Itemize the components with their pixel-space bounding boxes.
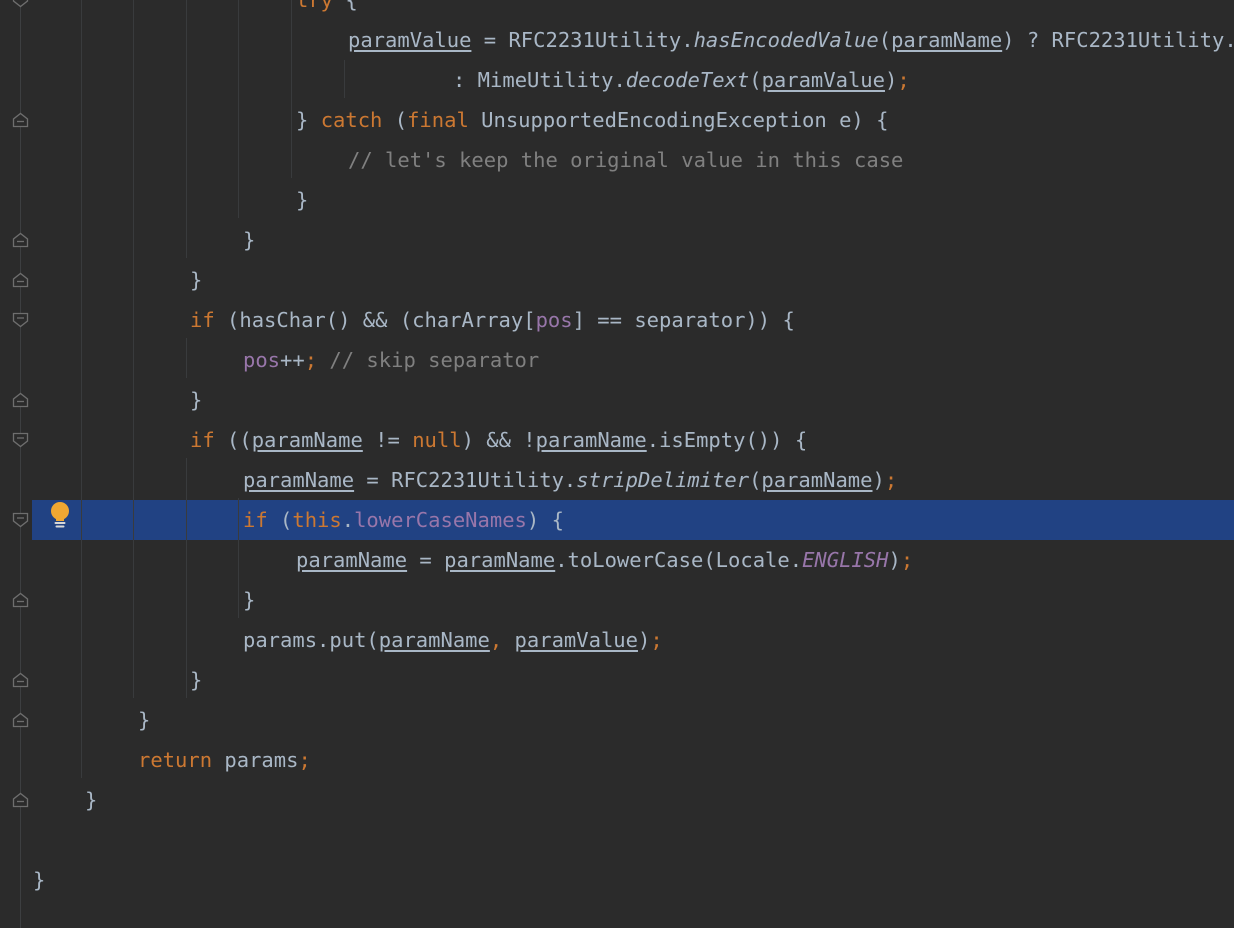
code-token: ;	[897, 68, 910, 92]
code-token: stripDelimiter	[576, 468, 750, 492]
code-line[interactable]: }	[85, 780, 97, 820]
code-token: if	[190, 428, 215, 452]
code-token: ;	[298, 748, 311, 772]
code-token: )	[884, 68, 898, 92]
code-token: )	[888, 548, 901, 572]
code-token: paramName	[761, 468, 873, 492]
code-token: }	[243, 588, 256, 612]
code-token: null	[412, 428, 462, 452]
code-token: UnsupportedEncodingException e) {	[468, 108, 889, 132]
code-token: paramValue	[514, 628, 638, 652]
code-token: = RFC2231Utility.	[354, 468, 577, 492]
code-token: ] == separator)) {	[572, 308, 795, 332]
code-token: )	[872, 468, 885, 492]
code-token: // skip separator	[329, 348, 540, 372]
code-token: .toLowerCase(Locale.	[555, 548, 803, 572]
code-line[interactable]: if (hasChar() && (charArray[pos] == sepa…	[190, 300, 795, 340]
code-token: try	[296, 0, 334, 12]
code-line[interactable]: paramName = RFC2231Utility.stripDelimite…	[243, 460, 897, 500]
code-token: {	[333, 0, 358, 12]
code-token: if	[243, 508, 268, 532]
code-token: params.put(	[243, 628, 379, 652]
code-token: }	[296, 188, 309, 212]
code-line[interactable]: }	[243, 580, 255, 620]
code-token: ,	[489, 628, 515, 652]
code-token: (	[267, 508, 293, 532]
code-token: paramName	[891, 28, 1003, 52]
code-line[interactable]: }	[190, 380, 202, 420]
code-token: paramValue	[761, 68, 885, 92]
code-token: }	[190, 668, 203, 692]
code-token: catch	[320, 108, 383, 132]
code-token: }	[33, 868, 46, 892]
code-line[interactable]: paramName = paramName.toLowerCase(Locale…	[296, 540, 913, 580]
code-token: }	[190, 268, 203, 292]
code-token: ENGLISH	[802, 548, 889, 572]
code-token: pos	[243, 348, 281, 372]
code-token: }	[85, 788, 98, 812]
code-token: // let's keep the original value in this…	[348, 148, 904, 172]
code-line[interactable]: : MimeUtility.decodeText(paramValue);	[453, 60, 910, 100]
code-line[interactable]: }	[190, 260, 202, 300]
code-token: paramName	[296, 548, 408, 572]
code-line[interactable]: if ((paramName != null) && !paramName.is…	[190, 420, 807, 460]
code-token: return	[138, 748, 213, 772]
code-token: ;	[650, 628, 663, 652]
code-line[interactable]: // let's keep the original value in this…	[348, 140, 903, 180]
code-token: ;	[900, 548, 914, 572]
code-editor[interactable]: try {paramValue = RFC2231Utility.hasEnco…	[0, 0, 1234, 928]
code-token: (	[382, 108, 408, 132]
code-token: !=	[362, 428, 413, 452]
code-line[interactable]: }	[190, 660, 202, 700]
code-token: = RFC2231Utility.	[471, 28, 694, 52]
code-line[interactable]: } catch (final UnsupportedEncodingExcept…	[296, 100, 888, 140]
code-line[interactable]: try {	[296, 0, 358, 20]
code-token: pos	[535, 308, 573, 332]
code-line[interactable]: return params;	[138, 740, 311, 780]
code-line[interactable]: if (this.lowerCaseNames) {	[243, 500, 564, 540]
code-token: params	[212, 748, 299, 772]
code-token: ++	[280, 348, 305, 372]
code-token: paramName	[444, 548, 556, 572]
code-line[interactable]: params.put(paramName, paramValue);	[243, 620, 663, 660]
code-token: decodeText	[625, 68, 750, 92]
code-token: lowerCaseNames	[354, 508, 527, 532]
code-token: paramName	[251, 428, 363, 452]
code-token: =	[407, 548, 445, 572]
code-token: (	[878, 28, 892, 52]
code-token: (	[749, 68, 762, 92]
code-token: paramName	[378, 628, 490, 652]
code-token: paramName	[243, 468, 355, 492]
code-line[interactable]: paramValue = RFC2231Utility.hasEncodedVa…	[348, 20, 1234, 60]
code-line[interactable]: pos++; // skip separator	[243, 340, 539, 380]
code-token: ) {	[526, 508, 564, 532]
code-token: ;	[304, 348, 318, 372]
code-token: }	[190, 388, 203, 412]
code-line[interactable]: }	[243, 220, 255, 260]
code-token: this	[292, 508, 342, 532]
code-token: final	[407, 108, 469, 132]
code-token: hasEncodedValue	[693, 28, 879, 52]
code-token: }	[296, 108, 321, 132]
code-token: ) ? RFC2231Utility.	[1002, 28, 1234, 52]
code-token: (hasChar() && (charArray[	[214, 308, 536, 332]
code-line[interactable]: }	[138, 700, 150, 740]
code-token: }	[138, 708, 151, 732]
code-token: .isEmpty()) {	[646, 428, 808, 452]
code-line[interactable]: }	[33, 860, 45, 900]
code-token: paramValue	[348, 28, 472, 52]
code-token: ;	[884, 468, 898, 492]
code-token: )	[637, 628, 651, 652]
code-token: .	[341, 508, 355, 532]
code-token: }	[243, 228, 256, 252]
code-token: paramName	[535, 428, 647, 452]
code-token: : MimeUtility.	[453, 68, 626, 92]
code-token: ) && !	[461, 428, 536, 452]
code-token: (	[749, 468, 762, 492]
code-token: if	[190, 308, 215, 332]
code-token: ((	[214, 428, 252, 452]
code-line[interactable]: }	[296, 180, 308, 220]
